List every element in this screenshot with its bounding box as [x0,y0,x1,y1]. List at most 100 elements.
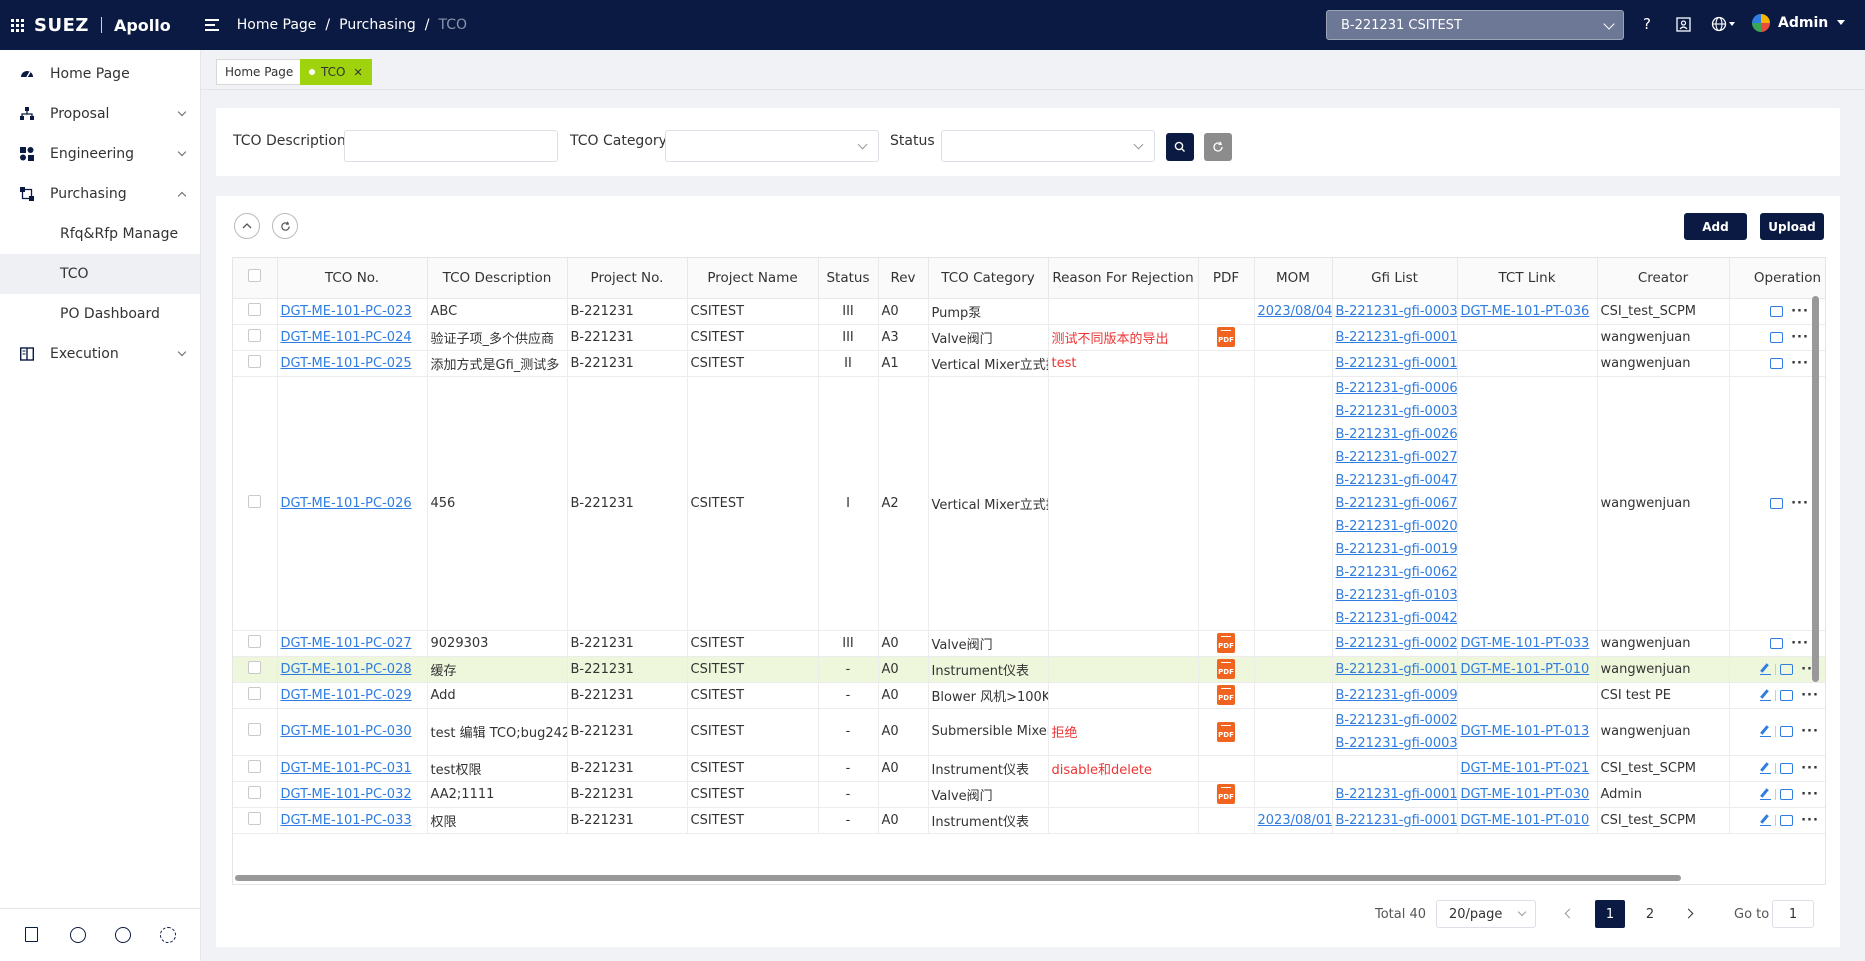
more-options-icon[interactable]: ··· [1801,724,1819,739]
tco-description-input[interactable] [344,130,558,162]
tct-link-cell[interactable]: DGT-ME-101-PT-013 [1457,708,1598,756]
gfi-link[interactable]: B-221231-gfi-0103 [1336,584,1457,607]
gfi-list-cell[interactable]: B-221231-gfi-0001 [1332,656,1458,683]
row-checkbox[interactable] [233,781,278,808]
apps-grid-icon[interactable] [0,0,34,50]
gfi-list-cell[interactable]: B-221231-gfi-0001 [1332,350,1458,377]
row-checkbox[interactable] [233,755,278,782]
print-icon[interactable] [1770,497,1784,509]
collapse-button[interactable] [234,213,260,239]
more-options-icon[interactable]: ··· [1791,356,1809,371]
tab-home-page[interactable]: Home Page [216,59,303,85]
mom-cell[interactable]: 2023/08/04 [1254,298,1333,325]
row-checkbox[interactable] [233,656,278,683]
document-list-icon[interactable] [25,927,38,942]
select-all-checkbox[interactable] [233,258,278,299]
column-header[interactable]: PDF [1198,258,1255,299]
sidebar-item-execution[interactable]: Execution [0,334,200,374]
tco-no-link[interactable]: DGT-ME-101-PC-030 [277,708,428,756]
tco-no-link[interactable]: DGT-ME-101-PC-027 [277,630,428,657]
contact-card-icon[interactable] [1673,14,1693,34]
pdf-cell[interactable]: PDF [1198,682,1255,709]
tct-link-cell[interactable]: DGT-ME-101-PT-030 [1457,781,1598,808]
tco-no-link[interactable]: DGT-ME-101-PC-026 [277,376,428,631]
more-options-icon[interactable]: ··· [1801,688,1819,703]
vertical-scrollbar[interactable] [1812,296,1819,682]
gfi-list-cell[interactable]: B-221231-gfi-0003 [1332,298,1458,325]
gfi-list-cell[interactable]: B-221231-gfi-0002 B-221231-gfi-0003 [1332,708,1458,756]
sidebar-item-proposal[interactable]: Proposal [0,94,200,134]
edit-icon[interactable] [1760,789,1772,800]
column-header[interactable]: Reason For Rejection [1048,258,1199,299]
tco-no-link[interactable]: DGT-ME-101-PC-028 [277,656,428,683]
network-globe-icon[interactable] [70,927,86,943]
gfi-list-cell[interactable]: B-221231-gfi-0001 [1332,324,1458,351]
settings-gear-icon[interactable] [160,927,176,943]
gfi-link[interactable]: B-221231-gfi-0001 [1336,809,1457,832]
edit-icon[interactable] [1760,763,1772,774]
table-row[interactable]: DGT-ME-101-PC-026 456 B-221231 CSITEST I A2 Ve… [233,376,1825,631]
more-options-icon[interactable]: ··· [1801,761,1819,776]
column-header[interactable]: TCO Description [427,258,568,299]
gfi-link[interactable]: B-221231-gfi-0003 [1336,732,1457,755]
sidebar-subitem-rfq[interactable]: Rfq&Rfp Manage [0,214,200,254]
gfi-link[interactable]: B-221231-gfi-0027 [1336,446,1457,469]
gfi-link[interactable]: B-221231-gfi-0006 [1336,377,1457,400]
sidebar-item-home[interactable]: Home Page [0,54,200,94]
gfi-link[interactable]: B-221231-gfi-0001 [1336,352,1457,375]
gfi-link[interactable]: B-221231-gfi-0001 [1336,658,1457,681]
print-icon[interactable] [1780,788,1794,800]
column-header[interactable]: Project No. [567,258,688,299]
row-checkbox[interactable] [233,324,278,351]
pdf-cell[interactable]: PDF [1198,630,1255,657]
print-icon[interactable] [1780,762,1794,774]
row-checkbox[interactable] [233,807,278,834]
edit-icon[interactable] [1760,664,1772,675]
edit-icon[interactable] [1760,726,1772,737]
more-options-icon[interactable]: ··· [1791,636,1809,651]
print-icon[interactable] [1770,637,1784,649]
gfi-list-cell[interactable]: B-221231-gfi-0001 [1332,807,1458,834]
gfi-link[interactable]: B-221231-gfi-0001 [1336,783,1457,806]
row-checkbox[interactable] [233,298,278,325]
user-menu[interactable]: Admin [1752,14,1846,32]
table-row[interactable]: DGT-ME-101-PC-033 权限 B-221231 CSITEST - A0 Ins… [233,807,1825,834]
column-header[interactable]: MOM [1254,258,1333,299]
tco-no-link[interactable]: DGT-ME-101-PC-033 [277,807,428,834]
column-header[interactable]: TCO No. [277,258,428,299]
table-row[interactable]: DGT-ME-101-PC-032 AA2;1111 B-221231 CSITEST… [233,781,1825,808]
gfi-link[interactable]: B-221231-gfi-0002 [1336,709,1457,732]
tct-link-cell[interactable]: DGT-ME-101-PT-010 [1457,656,1598,683]
gfi-link[interactable]: B-221231-gfi-0003 [1336,300,1457,323]
row-checkbox[interactable] [233,630,278,657]
breadcrumb-home[interactable]: Home Page [237,17,317,33]
more-options-icon[interactable]: ··· [1791,304,1809,319]
print-icon[interactable] [1780,663,1794,675]
help-icon[interactable]: ? [1637,14,1657,34]
print-icon[interactable] [1780,689,1794,701]
gfi-list-cell[interactable]: B-221231-gfi-0002 [1332,630,1458,657]
tco-no-link[interactable]: DGT-ME-101-PC-031 [277,755,428,782]
print-icon[interactable] [1770,305,1784,317]
table-row[interactable]: DGT-ME-101-PC-027 9029303 B-221231 CSITEST I… [233,630,1825,657]
row-checkbox[interactable] [233,708,278,756]
upload-button[interactable]: Upload [1760,213,1824,240]
tco-no-link[interactable]: DGT-ME-101-PC-032 [277,781,428,808]
pdf-cell[interactable]: PDF [1198,656,1255,683]
column-header[interactable]: Creator [1597,258,1730,299]
tct-link-cell[interactable]: DGT-ME-101-PT-033 [1457,630,1598,657]
edit-icon[interactable] [1760,690,1772,701]
more-options-icon[interactable]: ··· [1791,496,1809,511]
tco-no-link[interactable]: DGT-ME-101-PC-024 [277,324,428,351]
page-2-button[interactable]: 2 [1635,900,1665,928]
gfi-link[interactable]: B-221231-gfi-0009 [1336,684,1457,707]
column-header[interactable]: TCT Link [1457,258,1598,299]
menu-toggle-icon[interactable] [204,19,219,31]
gfi-link[interactable]: B-221231-gfi-0020 [1336,515,1457,538]
table-row[interactable]: DGT-ME-101-PC-030 test 编辑 TCO;bug2429 B-22… [233,708,1825,756]
gfi-link[interactable]: B-221231-gfi-0047 [1336,469,1457,492]
row-checkbox[interactable] [233,350,278,377]
column-header[interactable]: Status [818,258,879,299]
status-select[interactable] [941,130,1155,162]
gfi-link[interactable]: B-221231-gfi-0067 [1336,492,1457,515]
